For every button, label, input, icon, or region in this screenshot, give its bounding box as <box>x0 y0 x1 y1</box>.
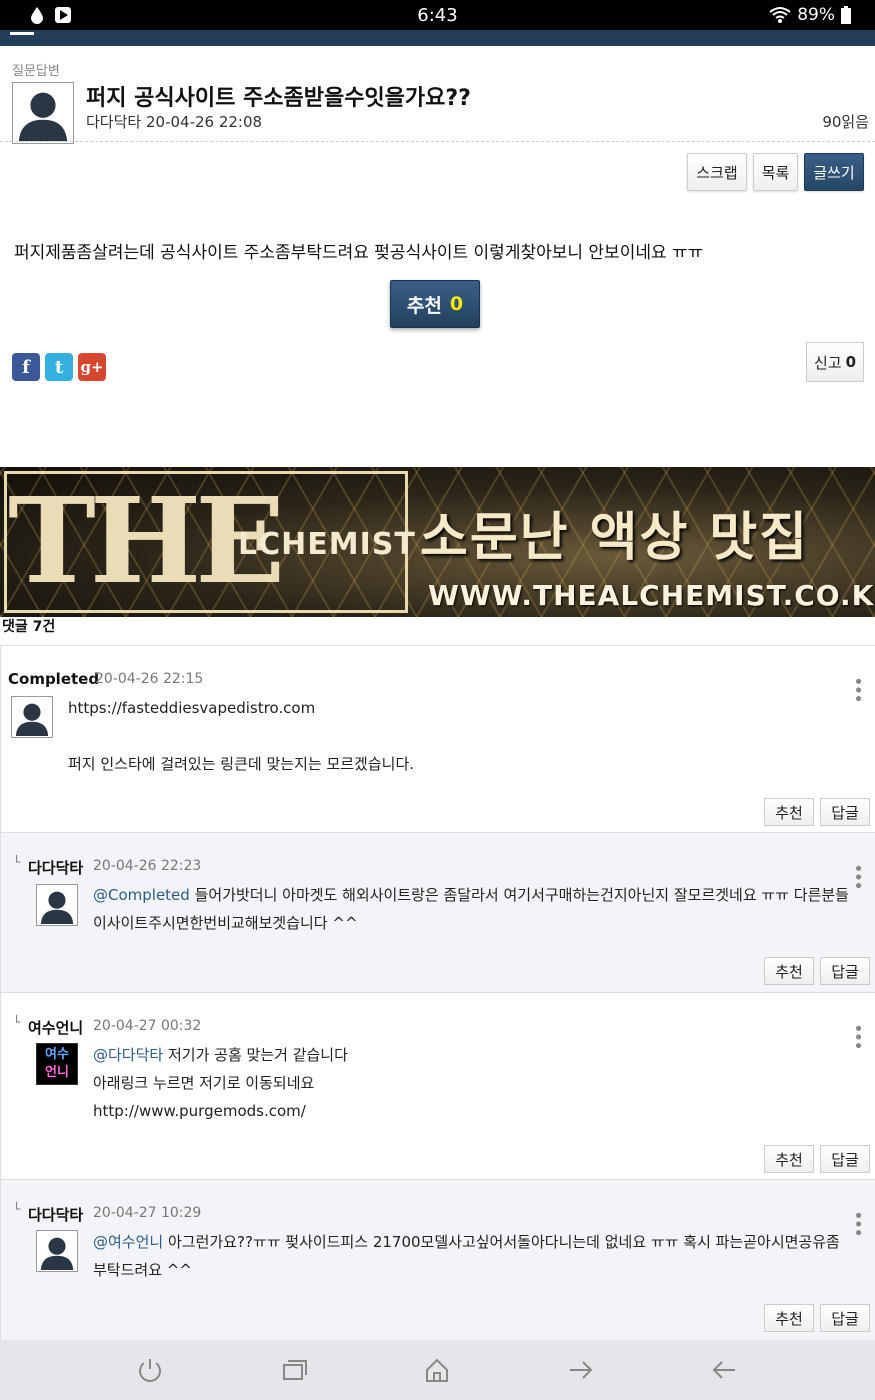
comment-reply-button[interactable]: 답글 <box>820 798 870 826</box>
wifi-icon <box>769 7 791 23</box>
user-silhouette-icon <box>37 1231 77 1271</box>
write-button[interactable]: 글쓰기 <box>804 153 864 191</box>
comment-date: 20-04-26 22:15 <box>95 671 204 687</box>
comment-author[interactable]: Completed <box>8 670 99 688</box>
author-avatar[interactable] <box>12 82 74 144</box>
report-label: 신고 <box>813 353 842 372</box>
comment-text: @여수언니 아그런가요??ㅠㅠ 펒사이드피스 21700모델사고싶어서돌아다니는… <box>93 1228 840 1256</box>
user-silhouette-icon <box>13 83 73 143</box>
more-options-icon[interactable]: ••• <box>847 676 868 702</box>
view-count: 90읽음 <box>822 113 869 131</box>
comment-recommend-button[interactable]: 추천 <box>764 957 814 985</box>
banner-brand: LCHEMIST <box>238 527 416 562</box>
comment-text: @다다닥타 저기가 공홈 맞는거 같습니다 <box>93 1041 348 1069</box>
comment-recommend-button[interactable]: 추천 <box>764 1304 814 1332</box>
comment-avatar[interactable] <box>11 696 53 738</box>
twitter-icon[interactable]: t <box>45 353 73 381</box>
banner-url: WWW.THEALCHEMIST.CO.KR <box>428 579 875 612</box>
comment-reply-button[interactable]: 답글 <box>820 1145 870 1173</box>
comment-link[interactable]: https://fasteddiesvapedistro.com <box>68 694 315 722</box>
comment-text-line: 아그런가요??ㅠㅠ 펒사이드피스 21700모델사고싶어서돌아다니는데 없네요 … <box>167 1233 840 1251</box>
mention-link[interactable]: @Completed <box>93 886 190 904</box>
comment-recommend-button[interactable]: 추천 <box>764 798 814 826</box>
comment-date: 20-04-26 22:23 <box>93 858 202 874</box>
comment-text-line: 들어가밧더니 아마겟도 해외사이트랑은 좀달라서 여기서구매하는건지아닌지 잘모… <box>194 886 849 904</box>
post-meta: 다다닥타 20-04-26 22:08 <box>86 111 262 132</box>
recommend-label: 추천 <box>406 294 442 317</box>
board-category[interactable]: 질문답변 <box>12 60 60 79</box>
comment-author[interactable]: 여수언니 <box>28 1017 83 1038</box>
mention-link[interactable]: @여수언니 <box>93 1233 163 1251</box>
comment-text: 퍼지 인스타에 걸려있는 링큰데 맞는지는 모르겠습니다. <box>68 755 415 773</box>
report-button[interactable]: 신고 0 <box>806 342 864 382</box>
comment-author[interactable]: 다다닥타 <box>28 857 83 878</box>
more-options-icon[interactable]: ••• <box>847 863 868 889</box>
battery-icon <box>841 6 851 24</box>
comment-avatar[interactable]: 여수 언니 <box>36 1043 78 1085</box>
comment-item: Completed 20-04-26 22:15 ••• https://fas… <box>0 645 875 832</box>
status-bar: 6:43 89% <box>0 0 875 30</box>
comment-avatar[interactable] <box>36 1230 78 1272</box>
post-date: 20-04-26 22:08 <box>145 113 263 131</box>
menu-icon[interactable] <box>10 32 34 35</box>
recommend-button[interactable]: 추천 0 <box>390 280 480 328</box>
comment-reply-button[interactable]: 답글 <box>820 957 870 985</box>
home-icon[interactable] <box>423 1356 451 1384</box>
post-title: 퍼지 공식사이트 주소좀받을수잇을가요?? <box>86 86 471 111</box>
comment-text-line: 부탁드려요 ^^ <box>93 1261 192 1279</box>
post-author[interactable]: 다다닥타 <box>86 113 141 131</box>
user-silhouette-icon <box>37 885 77 925</box>
comment-text-line: 저기가 공홈 맞는거 같습니다 <box>167 1046 348 1064</box>
battery-level: 89% <box>797 5 835 25</box>
reply-branch-icon: └ <box>13 855 21 869</box>
avatar-text: 언니 <box>45 1065 69 1080</box>
more-options-icon[interactable]: ••• <box>847 1210 868 1236</box>
comment-count: 댓글 7건 <box>2 619 56 635</box>
recent-apps-icon[interactable] <box>280 1356 308 1384</box>
scrap-button[interactable]: 스크랩 <box>687 153 747 191</box>
post-body: 퍼지제품좀살려는데 공식사이트 주소좀부탁드려요 펒공식사이트 이렇게찾아보니 … <box>14 243 704 263</box>
comment-recommend-button[interactable]: 추천 <box>764 1145 814 1173</box>
comment-item: └ 다다닥타 20-04-27 10:29 ••• @여수언니 아그런가요??ㅠ… <box>0 1179 875 1340</box>
reply-branch-icon: └ <box>13 1202 21 1216</box>
google-plus-icon[interactable]: g+ <box>78 353 106 381</box>
comment-text-line: 이사이트주시면한번비교해보겟습니다 ^^ <box>93 914 358 932</box>
comment-link[interactable]: http://www.purgemods.com/ <box>93 1097 306 1125</box>
report-count: 0 <box>845 353 857 371</box>
user-silhouette-icon <box>12 697 52 737</box>
comment-text-line: 아래링크 누르면 저기로 이동되네요 <box>93 1074 315 1092</box>
forward-icon[interactable] <box>567 1356 595 1384</box>
comment-reply-button[interactable]: 답글 <box>820 1304 870 1332</box>
facebook-icon[interactable]: f <box>12 353 40 381</box>
comment-item: └ 여수언니 20-04-27 00:32 ••• 여수 언니 @다다닥타 저기… <box>0 992 875 1179</box>
comment-date: 20-04-27 00:32 <box>93 1018 202 1034</box>
page: 6:43 89% 질문답변 퍼지 공식사이트 주소좀받을수잇을가요?? 다다닥타… <box>0 0 875 1400</box>
reply-branch-icon: └ <box>13 1015 21 1029</box>
ad-banner[interactable]: THE LCHEMIST 소문난 액상 맛집 WWW.THEALCHEMIST.… <box>0 467 875 617</box>
comment-text: @Completed 들어가밧더니 아마겟도 해외사이트랑은 좀달라서 여기서구… <box>93 881 849 909</box>
mention-link[interactable]: @다다닥타 <box>93 1046 163 1064</box>
comment-date: 20-04-27 10:29 <box>93 1205 202 1221</box>
comment-avatar[interactable] <box>36 884 78 926</box>
more-options-icon[interactable]: ••• <box>847 1023 868 1049</box>
back-icon[interactable] <box>710 1356 738 1384</box>
clock: 6:43 <box>417 5 458 26</box>
comment-author[interactable]: 다다닥타 <box>28 1204 83 1225</box>
system-navigation-bar <box>0 1340 875 1400</box>
recommend-count: 0 <box>449 293 464 315</box>
avatar-text: 여수 <box>45 1047 69 1062</box>
top-navigation <box>0 30 875 46</box>
divider <box>0 141 875 142</box>
banner-slogan: 소문난 액상 맛집 <box>420 508 810 568</box>
power-icon[interactable] <box>136 1356 164 1384</box>
list-button[interactable]: 목록 <box>753 153 798 191</box>
comment-item: └ 다다닥타 20-04-26 22:23 ••• @Completed 들어가… <box>0 832 875 992</box>
